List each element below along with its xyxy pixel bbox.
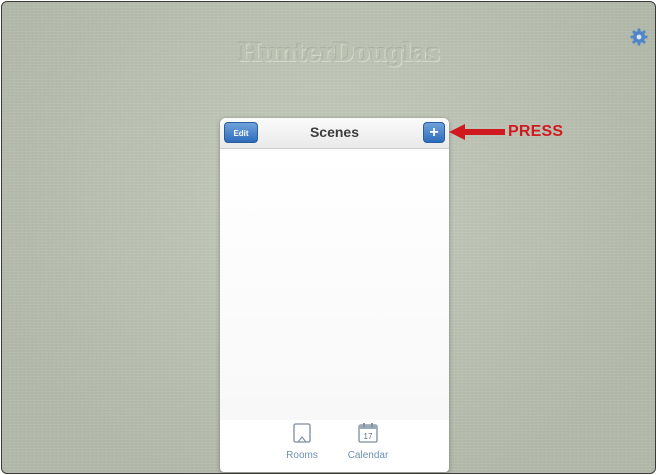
tab-calendar[interactable]: 17 Calendar xyxy=(338,422,398,461)
gear-icon xyxy=(630,28,648,46)
arrow-left-icon xyxy=(449,124,505,140)
tab-rooms-label: Rooms xyxy=(286,450,318,461)
settings-button[interactable] xyxy=(629,27,649,47)
calendar-date: 17 xyxy=(364,432,373,441)
panel-title: Scenes xyxy=(309,124,360,140)
tab-rooms[interactable]: Rooms xyxy=(272,422,332,461)
press-callout: PRESS xyxy=(508,123,564,140)
panel-header: Edit Scenes + xyxy=(220,118,449,149)
tab-bar: Rooms 17 Calendar xyxy=(220,420,449,472)
calendar-icon: 17 xyxy=(358,423,378,443)
rooms-icon xyxy=(293,423,311,443)
add-scene-button[interactable]: + xyxy=(423,122,445,143)
scenes-list[interactable] xyxy=(220,149,449,420)
scenes-panel: Edit Scenes + Rooms 17 Calendar xyxy=(220,118,449,472)
app-screen: HunterDouglas Edit Scenes + Rooms 17 Cal… xyxy=(1,1,656,474)
brand-logo: HunterDouglas xyxy=(238,38,440,67)
tab-calendar-label: Calendar xyxy=(347,450,389,461)
